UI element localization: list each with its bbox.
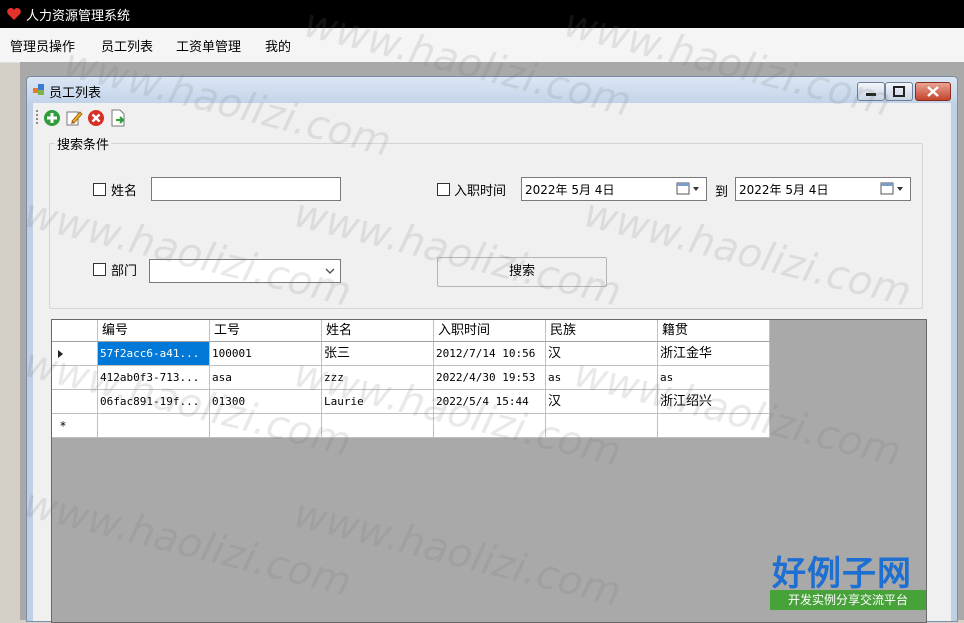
- table-cell[interactable]: [658, 414, 770, 438]
- name-input[interactable]: [151, 177, 341, 201]
- menu-employee-list[interactable]: 员工列表: [101, 36, 153, 55]
- new-row-marker[interactable]: *: [52, 414, 98, 438]
- hire-date-to-picker[interactable]: 2022年 5月 4日: [735, 177, 911, 201]
- edit-icon[interactable]: [65, 109, 83, 127]
- search-group-legend: 搜索条件: [55, 134, 112, 153]
- table-cell[interactable]: 01300: [210, 390, 322, 414]
- hire-date-to-value: 2022年 5月 4日: [739, 183, 829, 197]
- name-checkbox[interactable]: [93, 183, 106, 196]
- calendar-dropdown-icon[interactable]: [880, 182, 906, 196]
- table-cell[interactable]: [98, 414, 210, 438]
- search-button[interactable]: 搜索: [437, 257, 607, 287]
- hire-date-from-picker[interactable]: 2022年 5月 4日: [521, 177, 707, 201]
- menu-bar: 管理员操作 员工列表 工资单管理 我的: [0, 28, 964, 63]
- table-cell[interactable]: [546, 414, 658, 438]
- window-icon: [33, 84, 44, 95]
- site-logo: 好例子网 开发实例分享交流平台: [768, 546, 928, 614]
- col-header-name[interactable]: 姓名: [322, 320, 434, 342]
- table-cell[interactable]: 06fac891-19f...: [98, 390, 210, 414]
- col-header-hire-date[interactable]: 入职时间: [434, 320, 546, 342]
- child-window-title: 员工列表: [49, 86, 102, 101]
- table-cell[interactable]: 汉: [546, 342, 658, 366]
- maximize-icon: [893, 86, 905, 97]
- app-title-bar: 人力资源管理系统: [0, 0, 964, 28]
- row-header[interactable]: [52, 342, 98, 366]
- table-cell[interactable]: 张三: [322, 342, 434, 366]
- name-label: 姓名: [111, 184, 138, 199]
- hire-date-label: 入职时间: [454, 184, 507, 199]
- heart-icon: [7, 8, 21, 20]
- minimize-button[interactable]: [857, 82, 885, 101]
- table-cell[interactable]: 2022/5/4 15:44: [434, 390, 546, 414]
- add-icon[interactable]: [43, 109, 61, 127]
- current-row-arrow-icon: [58, 350, 63, 358]
- chevron-down-icon: [325, 268, 335, 274]
- app-title: 人力资源管理系统: [26, 9, 131, 24]
- table-cell[interactable]: 浙江金华: [658, 342, 770, 366]
- window-client: 搜索条件 姓名 入职时间 2022年 5月 4日 到 2022年 5月 4日 部…: [33, 103, 951, 623]
- toolbar-grip[interactable]: [36, 110, 38, 126]
- employee-list-window: 员工列表 搜索条件 姓名 入职时间 2022年 5月 4日 到 2022年 5月…: [26, 76, 958, 623]
- table-cell[interactable]: 2012/7/14 10:56: [434, 342, 546, 366]
- table-cell[interactable]: as: [658, 366, 770, 390]
- menu-payroll[interactable]: 工资单管理: [176, 36, 241, 55]
- minimize-icon: [866, 93, 876, 96]
- close-icon: [927, 86, 939, 97]
- col-header-id[interactable]: 编号: [98, 320, 210, 342]
- logo-title: 好例子网: [772, 554, 912, 594]
- table-cell[interactable]: 2022/4/30 19:53: [434, 366, 546, 390]
- table-cell[interactable]: 412ab0f3-713...: [98, 366, 210, 390]
- table-cell[interactable]: 汉: [546, 390, 658, 414]
- export-icon[interactable]: [109, 109, 127, 127]
- table-cell[interactable]: 100001: [210, 342, 322, 366]
- grid-corner[interactable]: [52, 320, 98, 342]
- department-label: 部门: [111, 264, 138, 279]
- toolbar: [33, 103, 951, 133]
- maximize-button[interactable]: [885, 82, 913, 101]
- delete-icon[interactable]: [87, 109, 105, 127]
- department-combobox[interactable]: [149, 259, 341, 283]
- calendar-dropdown-icon[interactable]: [676, 182, 702, 196]
- table-cell[interactable]: [434, 414, 546, 438]
- table-cell[interactable]: [210, 414, 322, 438]
- table-cell[interactable]: 浙江绍兴: [658, 390, 770, 414]
- table-cell[interactable]: 57f2acc6-a41...: [98, 342, 210, 366]
- logo-subtitle: 开发实例分享交流平台: [770, 590, 926, 610]
- col-header-ethnicity[interactable]: 民族: [546, 320, 658, 342]
- table-cell[interactable]: zzz: [322, 366, 434, 390]
- table-cell[interactable]: [322, 414, 434, 438]
- menu-admin-ops[interactable]: 管理员操作: [10, 36, 75, 55]
- row-header[interactable]: [52, 390, 98, 414]
- row-header[interactable]: [52, 366, 98, 390]
- child-title-bar[interactable]: 员工列表: [27, 77, 957, 103]
- hire-date-from-value: 2022年 5月 4日: [525, 183, 615, 197]
- hire-date-checkbox[interactable]: [437, 183, 450, 196]
- menu-mine[interactable]: 我的: [265, 36, 291, 55]
- close-button[interactable]: [915, 82, 951, 101]
- table-cell[interactable]: Laurie: [322, 390, 434, 414]
- table-cell[interactable]: asa: [210, 366, 322, 390]
- department-checkbox[interactable]: [93, 263, 106, 276]
- col-header-employee-no[interactable]: 工号: [210, 320, 322, 342]
- table-cell[interactable]: as: [546, 366, 658, 390]
- col-header-native-place[interactable]: 籍贯: [658, 320, 770, 342]
- to-label: 到: [715, 185, 729, 200]
